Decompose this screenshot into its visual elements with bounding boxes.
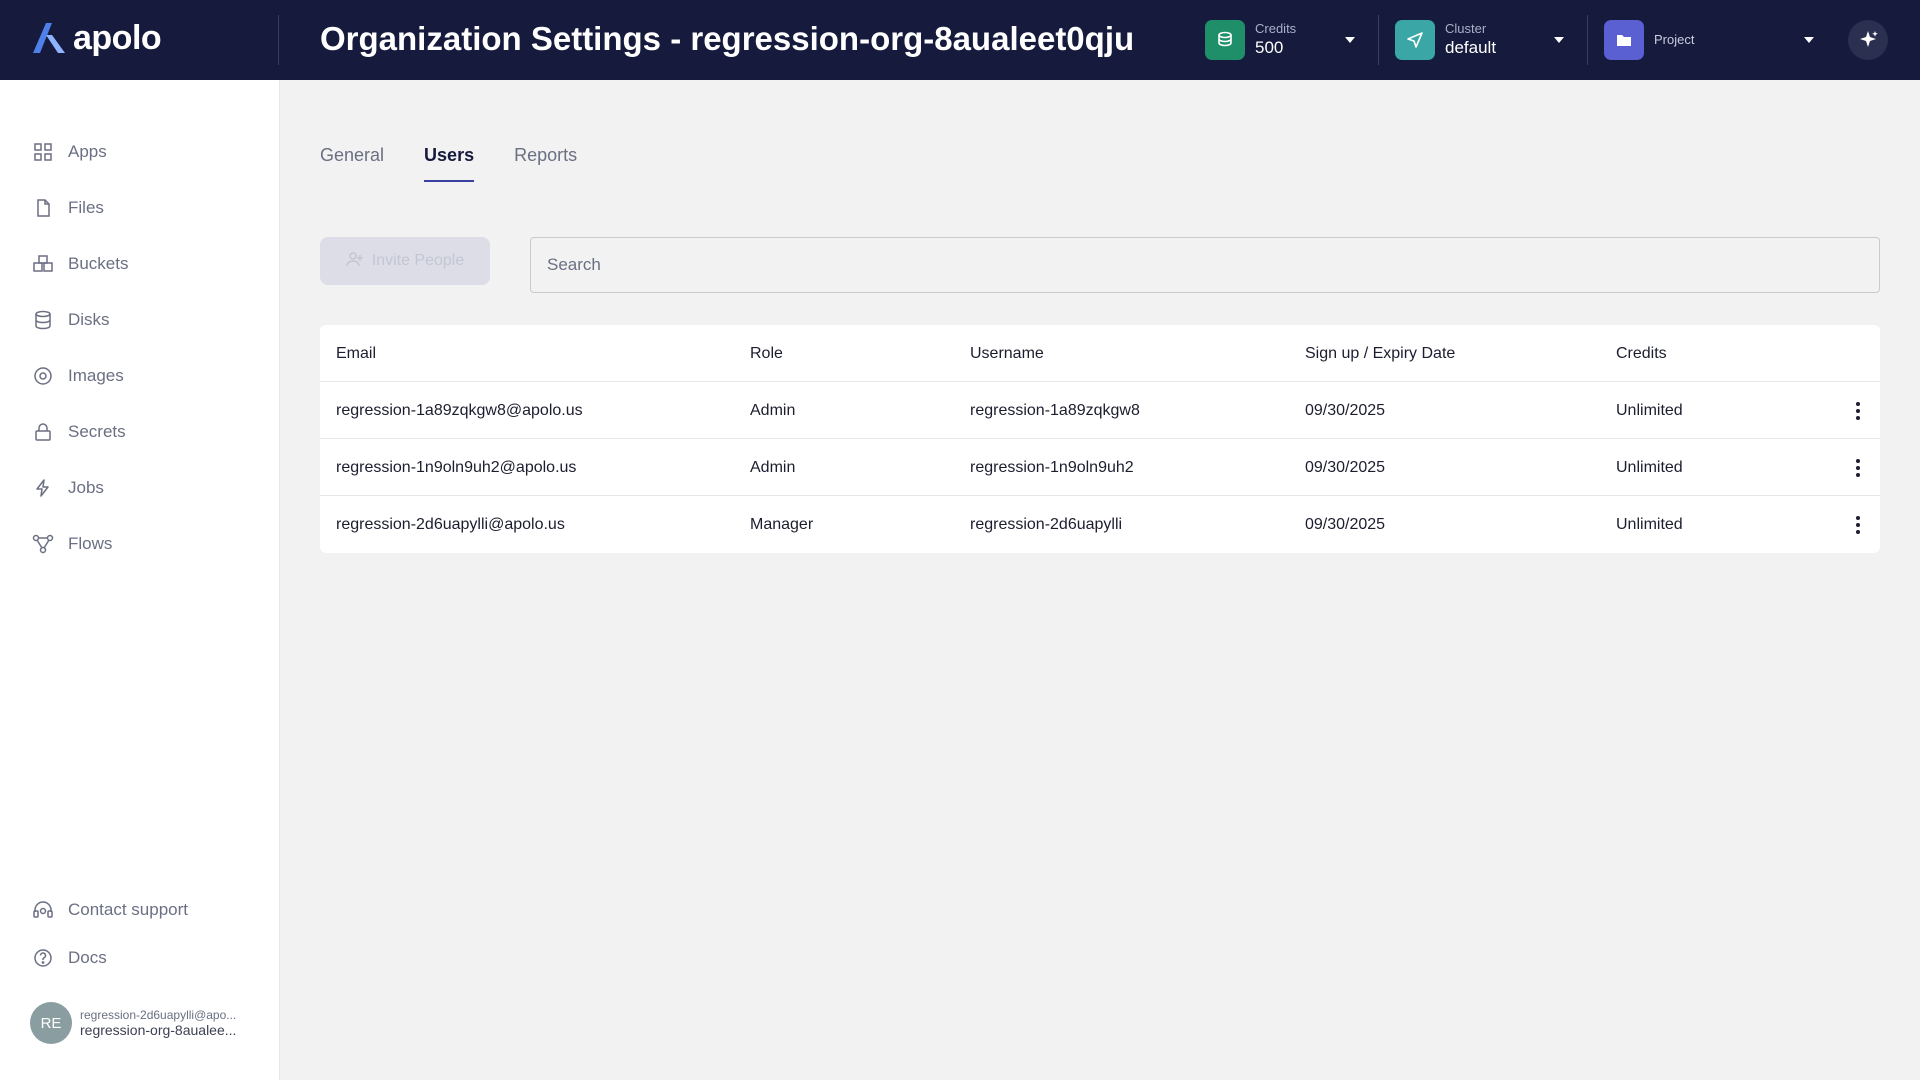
user-email-cell: regression-1n9oln9uh2@apolo.us bbox=[336, 459, 577, 476]
sparkle-icon bbox=[1860, 31, 1878, 47]
table-row: regression-2d6uapylli@apolo.us Manager r… bbox=[320, 496, 1880, 553]
sidebar-item-docs[interactable]: Docs bbox=[30, 940, 250, 976]
more-options-icon[interactable] bbox=[1848, 399, 1868, 423]
bolt-icon bbox=[30, 475, 56, 501]
divider bbox=[278, 15, 279, 65]
user-date-cell: 09/30/2025 bbox=[1305, 516, 1386, 533]
users-table: Email Role Username Sign up / Expiry Dat… bbox=[320, 325, 1880, 553]
sidebar-item-jobs[interactable]: Jobs bbox=[30, 470, 250, 506]
user-email-cell: regression-1a89zqkgw8@apolo.us bbox=[336, 402, 583, 419]
sidebar: Apps Files Buckets Disks Images Secrets … bbox=[0, 80, 280, 1080]
user-username-cell: regression-1n9oln9uh2 bbox=[970, 459, 1134, 476]
tab-reports[interactable]: Reports bbox=[514, 140, 577, 182]
more-options-icon[interactable] bbox=[1848, 456, 1868, 480]
sidebar-item-label: Secrets bbox=[68, 422, 126, 441]
headset-icon bbox=[30, 897, 56, 923]
search-input[interactable] bbox=[530, 237, 1880, 293]
user-profile[interactable]: RE regression-2d6uapylli@apo... regressi… bbox=[30, 998, 260, 1048]
sidebar-item-label: Images bbox=[68, 366, 124, 385]
user-date-cell: 09/30/2025 bbox=[1305, 459, 1386, 476]
page-title: Organization Settings - regression-org-8… bbox=[320, 20, 1135, 57]
column-header-date[interactable]: Sign up / Expiry Date bbox=[1305, 325, 1455, 382]
table-row: regression-1n9oln9uh2@apolo.us Admin reg… bbox=[320, 439, 1880, 496]
sidebar-item-label: Buckets bbox=[68, 254, 129, 273]
cluster-selector[interactable]: Cluster default bbox=[1395, 19, 1573, 61]
chevron-down-icon bbox=[1345, 37, 1355, 43]
user-email: regression-2d6uapylli@apo... bbox=[80, 1008, 237, 1022]
column-header-role[interactable]: Role bbox=[750, 325, 783, 382]
column-header-email[interactable]: Email bbox=[336, 325, 376, 382]
invite-people-button[interactable]: Invite People bbox=[320, 237, 490, 285]
user-role-cell: Admin bbox=[750, 402, 796, 419]
top-bar: apolo Organization Settings - regression… bbox=[0, 0, 1920, 80]
credits-value: 500 bbox=[1255, 38, 1284, 57]
sidebar-item-label: Files bbox=[68, 198, 104, 217]
column-header-username[interactable]: Username bbox=[970, 325, 1044, 382]
sidebar-item-apps[interactable]: Apps bbox=[30, 134, 250, 170]
settings-tabs: General Users Reports bbox=[320, 140, 617, 184]
invite-people-label: Invite People bbox=[371, 252, 465, 269]
folder-icon bbox=[1604, 20, 1644, 60]
chevron-down-icon bbox=[1804, 37, 1814, 43]
sidebar-item-images[interactable]: Images bbox=[30, 358, 250, 394]
user-email-cell: regression-2d6uapylli@apolo.us bbox=[336, 516, 565, 533]
lock-icon bbox=[30, 419, 56, 445]
flow-icon bbox=[30, 531, 56, 557]
sidebar-item-label: Contact support bbox=[68, 900, 189, 919]
image-icon bbox=[30, 363, 56, 389]
sidebar-item-disks[interactable]: Disks bbox=[30, 302, 250, 338]
ai-assistant-button[interactable] bbox=[1848, 20, 1888, 60]
sidebar-item-label: Docs bbox=[68, 948, 107, 967]
sidebar-item-label: Disks bbox=[68, 310, 110, 329]
divider bbox=[1587, 15, 1588, 65]
table-header: Email Role Username Sign up / Expiry Dat… bbox=[320, 325, 1880, 382]
column-header-credits[interactable]: Credits bbox=[1616, 325, 1667, 382]
tab-users[interactable]: Users bbox=[424, 140, 475, 182]
apolo-logo[interactable]: apolo bbox=[31, 18, 162, 58]
disk-icon bbox=[30, 307, 56, 333]
credits-selector[interactable]: Credits 500 bbox=[1205, 19, 1363, 61]
cluster-label: Cluster bbox=[1445, 21, 1487, 36]
sidebar-item-label: Flows bbox=[68, 534, 113, 553]
sidebar-item-files[interactable]: Files bbox=[30, 190, 250, 226]
project-label: Project bbox=[1654, 32, 1695, 47]
chevron-down-icon bbox=[1554, 37, 1564, 43]
table-row: regression-1a89zqkgw8@apolo.us Admin reg… bbox=[320, 382, 1880, 439]
avatar: RE bbox=[30, 1002, 72, 1044]
sidebar-item-buckets[interactable]: Buckets bbox=[30, 246, 250, 282]
user-role-cell: Admin bbox=[750, 459, 796, 476]
user-username-cell: regression-2d6uapylli bbox=[970, 516, 1123, 533]
apps-icon bbox=[30, 139, 56, 165]
sidebar-item-secrets[interactable]: Secrets bbox=[30, 414, 250, 450]
user-org: regression-org-8aualee... bbox=[80, 1022, 237, 1038]
sidebar-item-label: Apps bbox=[68, 142, 107, 161]
help-icon bbox=[30, 945, 56, 971]
add-user-icon bbox=[345, 250, 364, 273]
sidebar-item-contact-support[interactable]: Contact support bbox=[30, 892, 250, 928]
bucket-icon bbox=[30, 251, 56, 277]
sidebar-item-label: Jobs bbox=[68, 478, 104, 497]
apolo-logo-icon bbox=[33, 23, 65, 53]
project-selector[interactable]: Project bbox=[1604, 19, 1814, 61]
more-options-icon[interactable] bbox=[1848, 513, 1868, 537]
user-credits-cell: Unlimited bbox=[1616, 402, 1683, 419]
credits-label: Credits bbox=[1255, 21, 1297, 36]
send-icon bbox=[1395, 20, 1435, 60]
user-credits-cell: Unlimited bbox=[1616, 459, 1683, 476]
user-role-cell: Manager bbox=[750, 516, 814, 533]
user-date-cell: 09/30/2025 bbox=[1305, 402, 1386, 419]
logo-text: apolo bbox=[73, 18, 162, 57]
divider bbox=[1378, 15, 1379, 65]
tab-general[interactable]: General bbox=[320, 140, 384, 182]
sidebar-item-flows[interactable]: Flows bbox=[30, 526, 250, 562]
cluster-value: default bbox=[1445, 38, 1497, 57]
coins-icon bbox=[1205, 20, 1245, 60]
user-credits-cell: Unlimited bbox=[1616, 516, 1683, 533]
file-icon bbox=[30, 195, 56, 221]
user-username-cell: regression-1a89zqkgw8 bbox=[970, 402, 1140, 419]
